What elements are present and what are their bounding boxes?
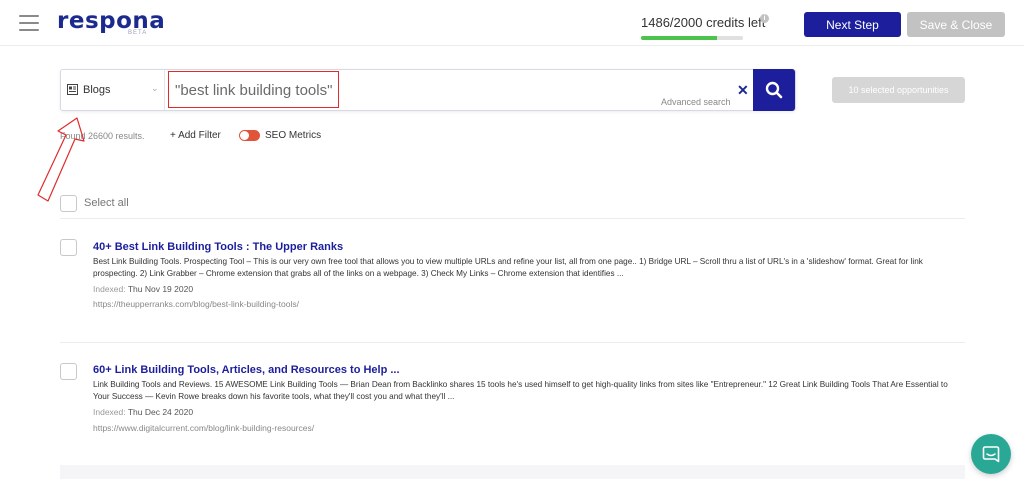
add-filter-button[interactable]: + Add Filter: [170, 130, 221, 141]
result-checkbox[interactable]: [60, 363, 77, 380]
indexed-label: Indexed:: [93, 407, 126, 417]
next-result-placeholder: [60, 465, 965, 479]
annotation-arrow-icon: [37, 117, 85, 202]
result-url[interactable]: https://www.digitalcurrent.com/blog/link…: [93, 423, 314, 433]
result-snippet: Best Link Building Tools. Prospecting To…: [93, 257, 923, 278]
chat-icon: [982, 446, 1000, 463]
clear-icon[interactable]: ✕: [737, 82, 749, 99]
source-type-select[interactable]: Blogs ⌄: [61, 70, 165, 110]
result-snippet: Link Building Tools and Reviews. 15 AWES…: [93, 380, 948, 401]
chevron-down-icon: ⌄: [151, 83, 159, 93]
result-url[interactable]: https://theupperranks.com/blog/best-link…: [93, 299, 299, 309]
top-bar: respona BETA 1486/2000 credits left i Ne…: [0, 0, 1024, 46]
result-indexed: Indexed: Thu Nov 19 2020: [93, 284, 193, 294]
seo-metrics-toggle[interactable]: [239, 130, 260, 141]
save-close-button[interactable]: Save & Close: [907, 12, 1005, 37]
indexed-date: Thu Dec 24 2020: [127, 407, 194, 417]
select-all-checkbox[interactable]: [60, 195, 77, 212]
result-checkbox[interactable]: [60, 239, 77, 256]
search-icon: [765, 81, 783, 99]
blog-icon: [67, 84, 78, 95]
search-bar: Blogs ⌄ "best link building tools" Advan…: [60, 69, 796, 111]
logo: respona: [57, 8, 166, 34]
seo-metrics-label: SEO Metrics: [265, 130, 322, 141]
info-icon[interactable]: i: [760, 14, 769, 23]
advanced-search-link[interactable]: Advanced search: [661, 97, 731, 107]
search-query: "best link building tools": [175, 82, 333, 99]
search-input[interactable]: "best link building tools": [168, 71, 339, 108]
source-type-label: Blogs: [83, 84, 111, 96]
result-title[interactable]: 60+ Link Building Tools, Articles, and R…: [93, 364, 400, 376]
credits-progress-bar: [641, 36, 743, 40]
result-indexed: Indexed: Thu Dec 24 2020: [93, 407, 193, 417]
next-step-button[interactable]: Next Step: [804, 12, 901, 37]
divider: [60, 218, 965, 219]
divider: [60, 342, 965, 343]
chat-button[interactable]: [971, 434, 1011, 474]
search-button[interactable]: [753, 69, 795, 111]
hamburger-menu-icon[interactable]: [19, 15, 39, 31]
indexed-date: Thu Nov 19 2020: [127, 284, 194, 294]
credits-text: 1486/2000 credits left: [641, 15, 766, 30]
indexed-label: Indexed:: [93, 284, 126, 294]
toggle-knob: [240, 131, 249, 140]
result-title[interactable]: 40+ Best Link Building Tools : The Upper…: [93, 241, 343, 253]
selected-opportunities-button[interactable]: 10 selected opportunities: [832, 77, 965, 103]
beta-badge: BETA: [128, 30, 148, 36]
credits-progress-fill: [641, 36, 717, 40]
select-all-label: Select all: [84, 197, 129, 209]
